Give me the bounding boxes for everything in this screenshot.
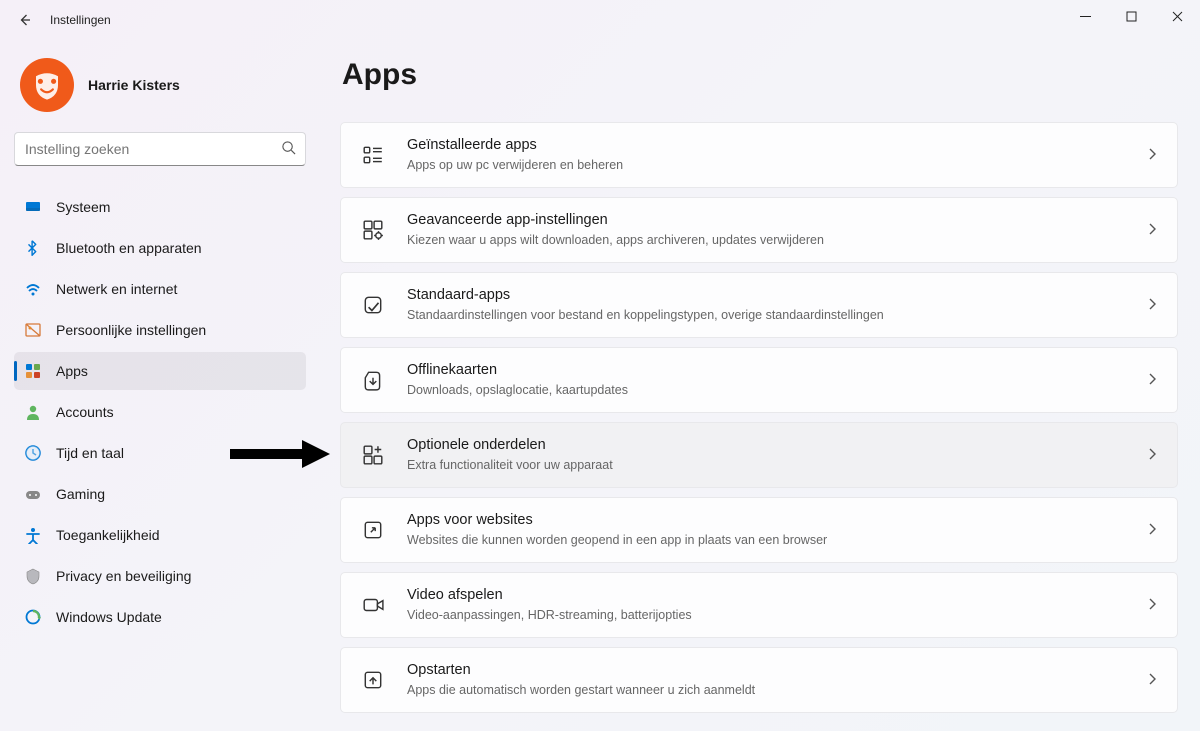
settings-card[interactable]: OpstartenApps die automatisch worden ges…: [340, 647, 1178, 713]
card-text: Optionele onderdelenExtra functionalitei…: [407, 436, 1147, 473]
network-icon: [24, 280, 42, 298]
card-text: OpstartenApps die automatisch worden ges…: [407, 661, 1147, 698]
titlebar: Instellingen: [0, 0, 1200, 40]
nav: Systeem Bluetooth en apparaten Netwerk en …: [14, 188, 306, 636]
chevron-right-icon: [1147, 372, 1157, 389]
nav-item-accounts[interactable]: Accounts: [14, 393, 306, 431]
card-title: Geïnstalleerde apps: [407, 136, 1147, 156]
settings-card[interactable]: Geïnstalleerde appsApps op uw pc verwijd…: [340, 122, 1178, 188]
chevron-right-icon: [1147, 147, 1157, 164]
card-text: Video afspelenVideo-aanpassingen, HDR-st…: [407, 586, 1147, 623]
chevron-right-icon: [1147, 447, 1157, 464]
chevron-right-icon: [1147, 222, 1157, 239]
card-title: Standaard-apps: [407, 286, 1147, 306]
chevron-right-icon: [1147, 522, 1157, 539]
nav-item-label: Toegankelijkheid: [56, 527, 160, 543]
nav-item-label: Gaming: [56, 486, 105, 502]
card-subtitle: Extra functionaliteit voor uw apparaat: [407, 457, 1147, 474]
card-title: Video afspelen: [407, 586, 1147, 606]
search-wrapper: [14, 132, 306, 166]
card-title: Geavanceerde app-instellingen: [407, 211, 1147, 231]
card-text: Apps voor websitesWebsites die kunnen wo…: [407, 511, 1147, 548]
personal-icon: [24, 321, 42, 339]
settings-card[interactable]: Optionele onderdelenExtra functionalitei…: [340, 422, 1178, 488]
close-button[interactable]: [1154, 0, 1200, 32]
nav-item-gaming[interactable]: Gaming: [14, 475, 306, 513]
card-icon: [361, 143, 385, 167]
nav-item-update[interactable]: Windows Update: [14, 598, 306, 636]
nav-item-system[interactable]: Systeem: [14, 188, 306, 226]
card-text: Standaard-appsStandaardinstellingen voor…: [407, 286, 1147, 323]
card-title: Offlinekaarten: [407, 361, 1147, 381]
accounts-icon: [24, 403, 42, 421]
nav-item-label: Tijd en taal: [56, 445, 124, 461]
settings-card[interactable]: Apps voor websitesWebsites die kunnen wo…: [340, 497, 1178, 563]
nav-item-personal[interactable]: Persoonlijke instellingen: [14, 311, 306, 349]
card-icon: [361, 368, 385, 392]
nav-item-label: Privacy en beveiliging: [56, 568, 191, 584]
search-icon: [281, 140, 296, 158]
minimize-button[interactable]: [1062, 0, 1108, 32]
card-title: Optionele onderdelen: [407, 436, 1147, 456]
nav-item-label: Windows Update: [56, 609, 162, 625]
nav-item-label: Netwerk en internet: [56, 281, 177, 297]
avatar: [20, 58, 74, 112]
privacy-icon: [24, 567, 42, 585]
card-icon: [361, 293, 385, 317]
settings-card[interactable]: Video afspelenVideo-aanpassingen, HDR-st…: [340, 572, 1178, 638]
profile[interactable]: Harrie Kisters: [14, 50, 306, 132]
card-subtitle: Downloads, opslaglocatie, kaartupdates: [407, 382, 1147, 399]
card-icon: [361, 218, 385, 242]
card-icon: [361, 518, 385, 542]
card-subtitle: Standaardinstellingen voor bestand en ko…: [407, 307, 1147, 324]
main: Apps Geïnstalleerde appsApps op uw pc ve…: [320, 40, 1200, 731]
search-input[interactable]: [14, 132, 306, 166]
card-subtitle: Kiezen waar u apps wilt downloaden, apps…: [407, 232, 1147, 249]
nav-item-label: Persoonlijke instellingen: [56, 322, 206, 338]
nav-item-access[interactable]: Toegankelijkheid: [14, 516, 306, 554]
card-text: Geavanceerde app-instellingenKiezen waar…: [407, 211, 1147, 248]
nav-item-label: Apps: [56, 363, 88, 379]
card-icon: [361, 443, 385, 467]
maximize-button[interactable]: [1108, 0, 1154, 32]
card-subtitle: Websites die kunnen worden geopend in ee…: [407, 532, 1147, 549]
sidebar: Harrie Kisters Systeem Bluetooth en appar…: [0, 40, 320, 731]
nav-item-label: Accounts: [56, 404, 114, 420]
update-icon: [24, 608, 42, 626]
gaming-icon: [24, 485, 42, 503]
cards-list: Geïnstalleerde appsApps op uw pc verwijd…: [340, 122, 1178, 713]
settings-card[interactable]: Standaard-appsStandaardinstellingen voor…: [340, 272, 1178, 338]
card-subtitle: Apps die automatisch worden gestart wann…: [407, 682, 1147, 699]
nav-item-apps[interactable]: Apps: [14, 352, 306, 390]
bluetooth-icon: [24, 239, 42, 257]
card-title: Opstarten: [407, 661, 1147, 681]
apps-icon: [24, 362, 42, 380]
profile-name: Harrie Kisters: [88, 77, 180, 93]
chevron-right-icon: [1147, 597, 1157, 614]
nav-item-bluetooth[interactable]: Bluetooth en apparaten: [14, 229, 306, 267]
card-icon: [361, 593, 385, 617]
time-icon: [24, 444, 42, 462]
annotation-arrow: [230, 438, 330, 475]
card-subtitle: Apps op uw pc verwijderen en beheren: [407, 157, 1147, 174]
card-text: OfflinekaartenDownloads, opslaglocatie, …: [407, 361, 1147, 398]
nav-item-privacy[interactable]: Privacy en beveiliging: [14, 557, 306, 595]
window-controls: [1062, 0, 1200, 32]
nav-item-label: Bluetooth en apparaten: [56, 240, 202, 256]
card-text: Geïnstalleerde appsApps op uw pc verwijd…: [407, 136, 1147, 173]
settings-card[interactable]: Geavanceerde app-instellingenKiezen waar…: [340, 197, 1178, 263]
card-subtitle: Video-aanpassingen, HDR-streaming, batte…: [407, 607, 1147, 624]
card-icon: [361, 668, 385, 692]
chevron-right-icon: [1147, 297, 1157, 314]
nav-item-label: Systeem: [56, 199, 110, 215]
settings-card[interactable]: OfflinekaartenDownloads, opslaglocatie, …: [340, 347, 1178, 413]
access-icon: [24, 526, 42, 544]
page-title: Apps: [342, 58, 1178, 92]
nav-item-network[interactable]: Netwerk en internet: [14, 270, 306, 308]
card-title: Apps voor websites: [407, 511, 1147, 531]
chevron-right-icon: [1147, 672, 1157, 689]
system-icon: [24, 198, 42, 216]
window-title: Instellingen: [50, 13, 111, 27]
back-button[interactable]: [10, 5, 40, 35]
